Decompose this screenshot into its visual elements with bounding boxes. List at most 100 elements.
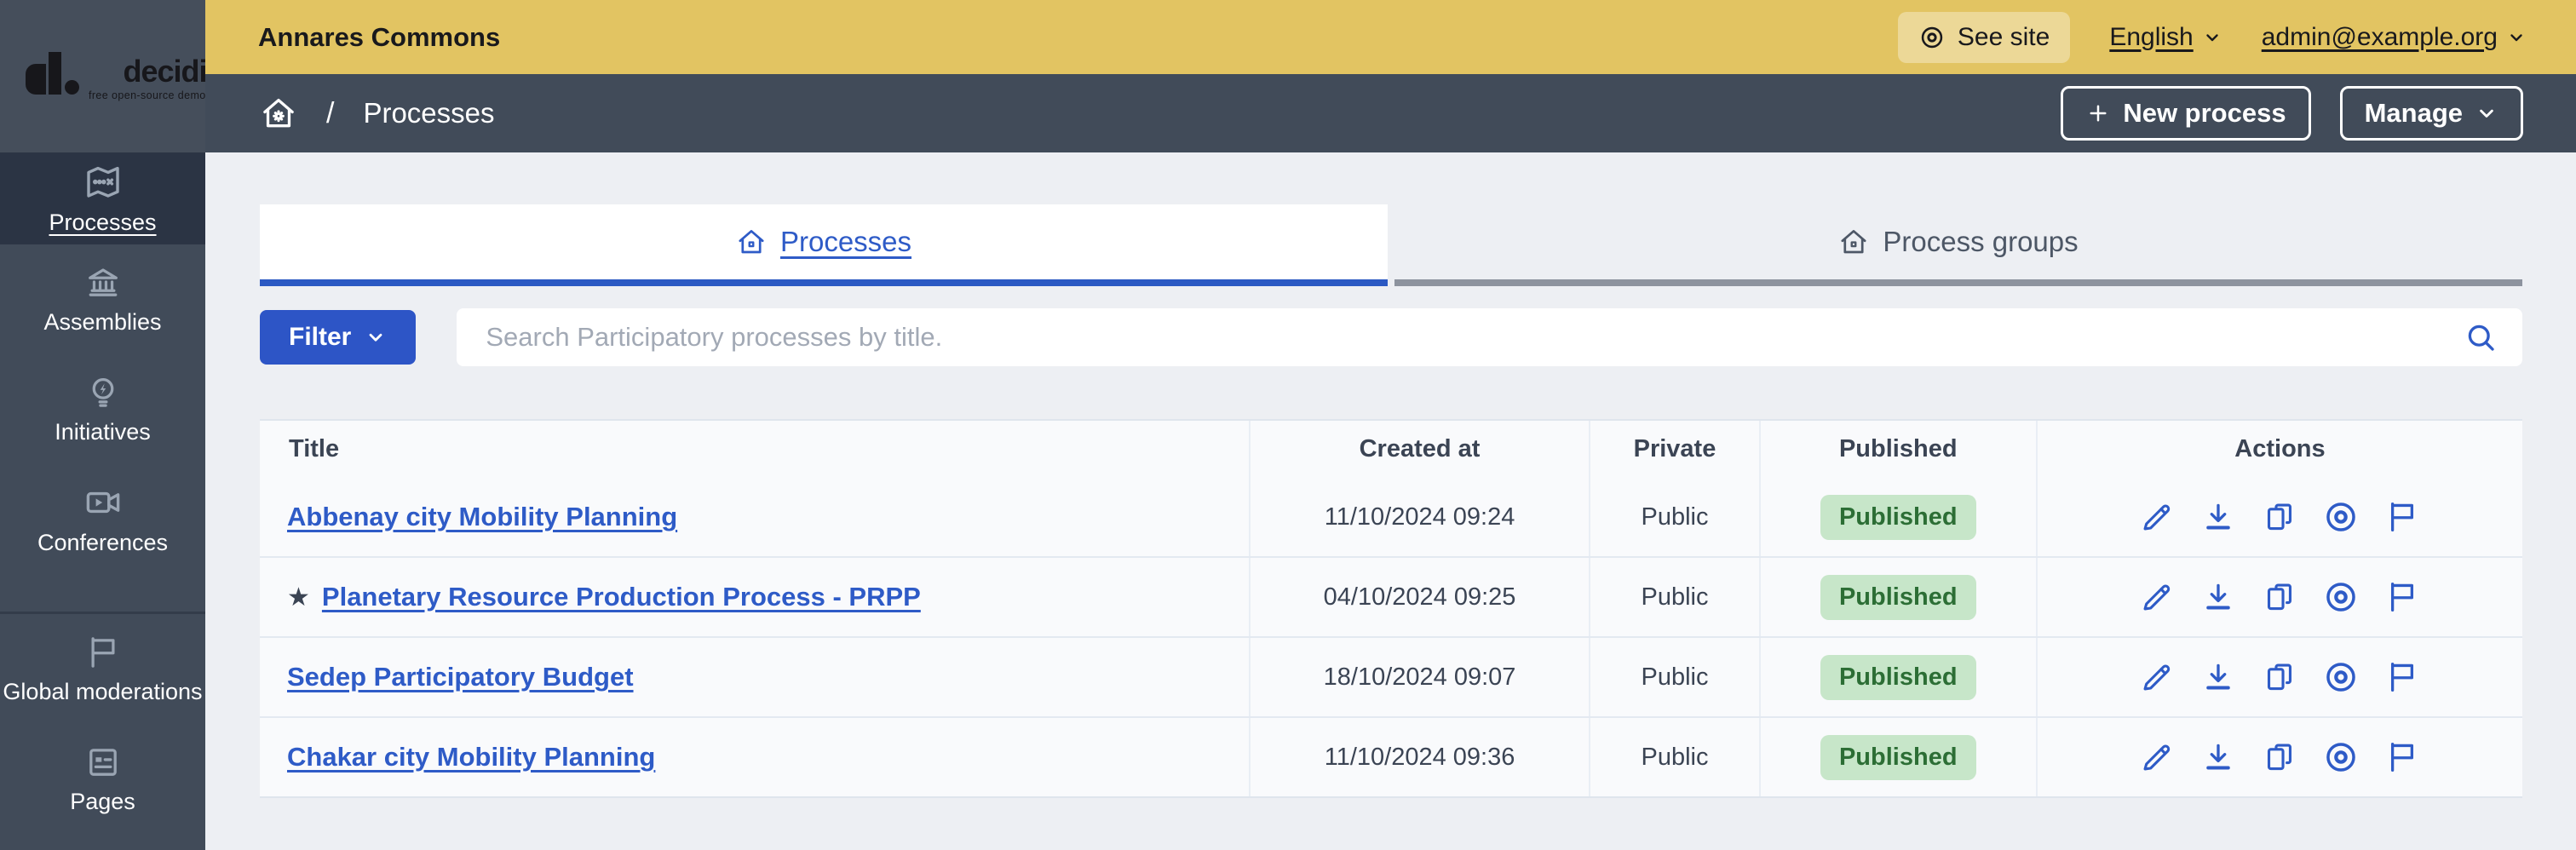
edit-icon[interactable] — [2138, 738, 2176, 776]
lightbulb-icon — [92, 378, 113, 407]
edit-icon[interactable] — [2138, 578, 2176, 616]
video-camera-icon — [86, 492, 119, 514]
flag-icon[interactable] — [2383, 498, 2421, 536]
search-input[interactable] — [486, 322, 2463, 353]
logo-block: decidim free open-source democracy — [0, 0, 234, 152]
created-at-cell: 11/10/2024 09:24 — [1248, 478, 1590, 556]
download-icon[interactable] — [2199, 738, 2237, 776]
sidebar-item-assemblies[interactable]: Assemblies — [0, 244, 205, 354]
bank-icon — [88, 268, 118, 296]
decidim-logo-mark — [26, 51, 80, 101]
preview-icon[interactable] — [2322, 738, 2360, 776]
created-at-cell: 11/10/2024 09:36 — [1248, 718, 1590, 796]
private-cell: Public — [1589, 638, 1758, 716]
search-icon[interactable] — [2463, 319, 2498, 355]
preview-icon[interactable] — [2322, 578, 2360, 616]
sidebar-item-processes[interactable]: Processes — [0, 152, 205, 244]
sidebar-item-label: Global moderations — [3, 679, 203, 705]
actions-cell — [2035, 638, 2522, 716]
actions-cell — [2035, 558, 2522, 636]
sidebar-item-label: Processes — [49, 209, 157, 235]
actions-cell — [2035, 718, 2522, 796]
private-cell: Public — [1589, 478, 1758, 556]
published-badge: Published — [1820, 734, 1976, 780]
process-title-link[interactable]: Planetary Resource Production Process - … — [322, 582, 921, 612]
column-header-published: Published — [1758, 421, 2036, 478]
filter-button[interactable]: Filter — [260, 310, 417, 365]
top-bar: Annares Commons See site English admin@e… — [205, 0, 2576, 74]
main-content: Processes Process groups Filter Title — [205, 152, 2576, 850]
created-at-cell: 04/10/2024 09:25 — [1248, 558, 1590, 636]
process-title-link[interactable]: Sedep Participatory Budget — [287, 662, 634, 692]
tab-label: Processes — [779, 226, 912, 257]
decidim-logo[interactable]: decidim free open-source democracy — [26, 51, 234, 101]
created-at-cell: 18/10/2024 09:07 — [1248, 638, 1590, 716]
table-row: ★ Planetary Resource Production Process … — [260, 556, 2522, 636]
published-cell: Published — [1758, 478, 2036, 556]
published-badge: Published — [1820, 654, 1976, 700]
published-badge: Published — [1820, 494, 1976, 540]
sidebar-item-conferences[interactable]: Conferences — [0, 464, 205, 574]
published-cell: Published — [1758, 638, 2036, 716]
edit-icon[interactable] — [2138, 498, 2176, 536]
account-label: admin@example.org — [2261, 22, 2498, 51]
duplicate-icon[interactable] — [2261, 498, 2298, 536]
pages-icon — [89, 749, 117, 776]
sidebar-item-label: Assemblies — [43, 309, 162, 336]
column-header-title: Title — [289, 435, 340, 462]
flag-icon[interactable] — [2383, 738, 2421, 776]
published-badge: Published — [1820, 574, 1976, 620]
see-site-button[interactable]: See site — [1897, 11, 2071, 63]
column-header-private: Private — [1589, 421, 1758, 478]
actions-cell — [2035, 478, 2522, 556]
language-dropdown[interactable]: English — [2109, 23, 2222, 52]
processes-table: Title Created at Private Published Actio… — [260, 419, 2522, 798]
breadcrumb-bar: / Processes New process Manage — [205, 74, 2576, 152]
download-icon[interactable] — [2199, 578, 2237, 616]
breadcrumb-separator: / — [326, 96, 335, 129]
sidebar-item-initiatives[interactable]: Initiatives — [0, 354, 205, 464]
sidebar-item-label: Conferences — [37, 530, 169, 556]
manage-label: Manage — [2364, 98, 2463, 128]
manage-dropdown-button[interactable]: Manage — [2339, 86, 2523, 141]
download-icon[interactable] — [2199, 498, 2237, 536]
edit-icon[interactable] — [2138, 658, 2176, 696]
tab-bar: Processes Process groups — [260, 204, 2522, 286]
duplicate-icon[interactable] — [2261, 658, 2298, 696]
preview-icon[interactable] — [2322, 658, 2360, 696]
tab-process-groups[interactable]: Process groups — [1394, 204, 2522, 286]
table-row: ★ Abbenay city Mobility Planning 11/10/2… — [260, 478, 2522, 556]
home-gear-icon[interactable] — [260, 95, 297, 132]
duplicate-icon[interactable] — [2261, 578, 2298, 616]
sidebar-item-label: Pages — [70, 789, 135, 815]
table-header-row: Title Created at Private Published Actio… — [260, 421, 2522, 478]
duplicate-icon[interactable] — [2261, 738, 2298, 776]
eye-target-icon — [1921, 26, 1943, 48]
chevron-down-icon — [2206, 33, 2218, 41]
new-process-label: New process — [2123, 98, 2286, 128]
process-title-link[interactable]: Abbenay city Mobility Planning — [287, 502, 677, 532]
map-icon — [86, 166, 119, 198]
sidebar-item-global-moderations[interactable]: Global moderations — [0, 614, 205, 724]
flag-icon — [90, 637, 115, 668]
process-title-link[interactable]: Chakar city Mobility Planning — [287, 742, 655, 772]
new-process-button[interactable]: New process — [2061, 86, 2311, 141]
chevron-down-icon — [2480, 109, 2493, 118]
flag-icon[interactable] — [2383, 658, 2421, 696]
chevron-down-icon — [369, 333, 382, 342]
published-cell: Published — [1758, 558, 2036, 636]
home-icon — [1841, 230, 1866, 254]
flag-icon[interactable] — [2383, 578, 2421, 616]
tab-label: Process groups — [1883, 226, 2079, 257]
column-header-actions: Actions — [2035, 421, 2522, 478]
published-cell: Published — [1758, 718, 2036, 796]
preview-icon[interactable] — [2322, 498, 2360, 536]
sidebar-item-pages[interactable]: Pages — [0, 724, 205, 834]
language-label: English — [2109, 22, 2194, 51]
highlighted-star-icon: ★ — [287, 583, 310, 612]
private-cell: Public — [1589, 558, 1758, 636]
breadcrumb-current: Processes — [363, 97, 495, 129]
tab-processes[interactable]: Processes — [260, 204, 1388, 286]
account-dropdown[interactable]: admin@example.org — [2262, 23, 2527, 52]
download-icon[interactable] — [2199, 658, 2237, 696]
